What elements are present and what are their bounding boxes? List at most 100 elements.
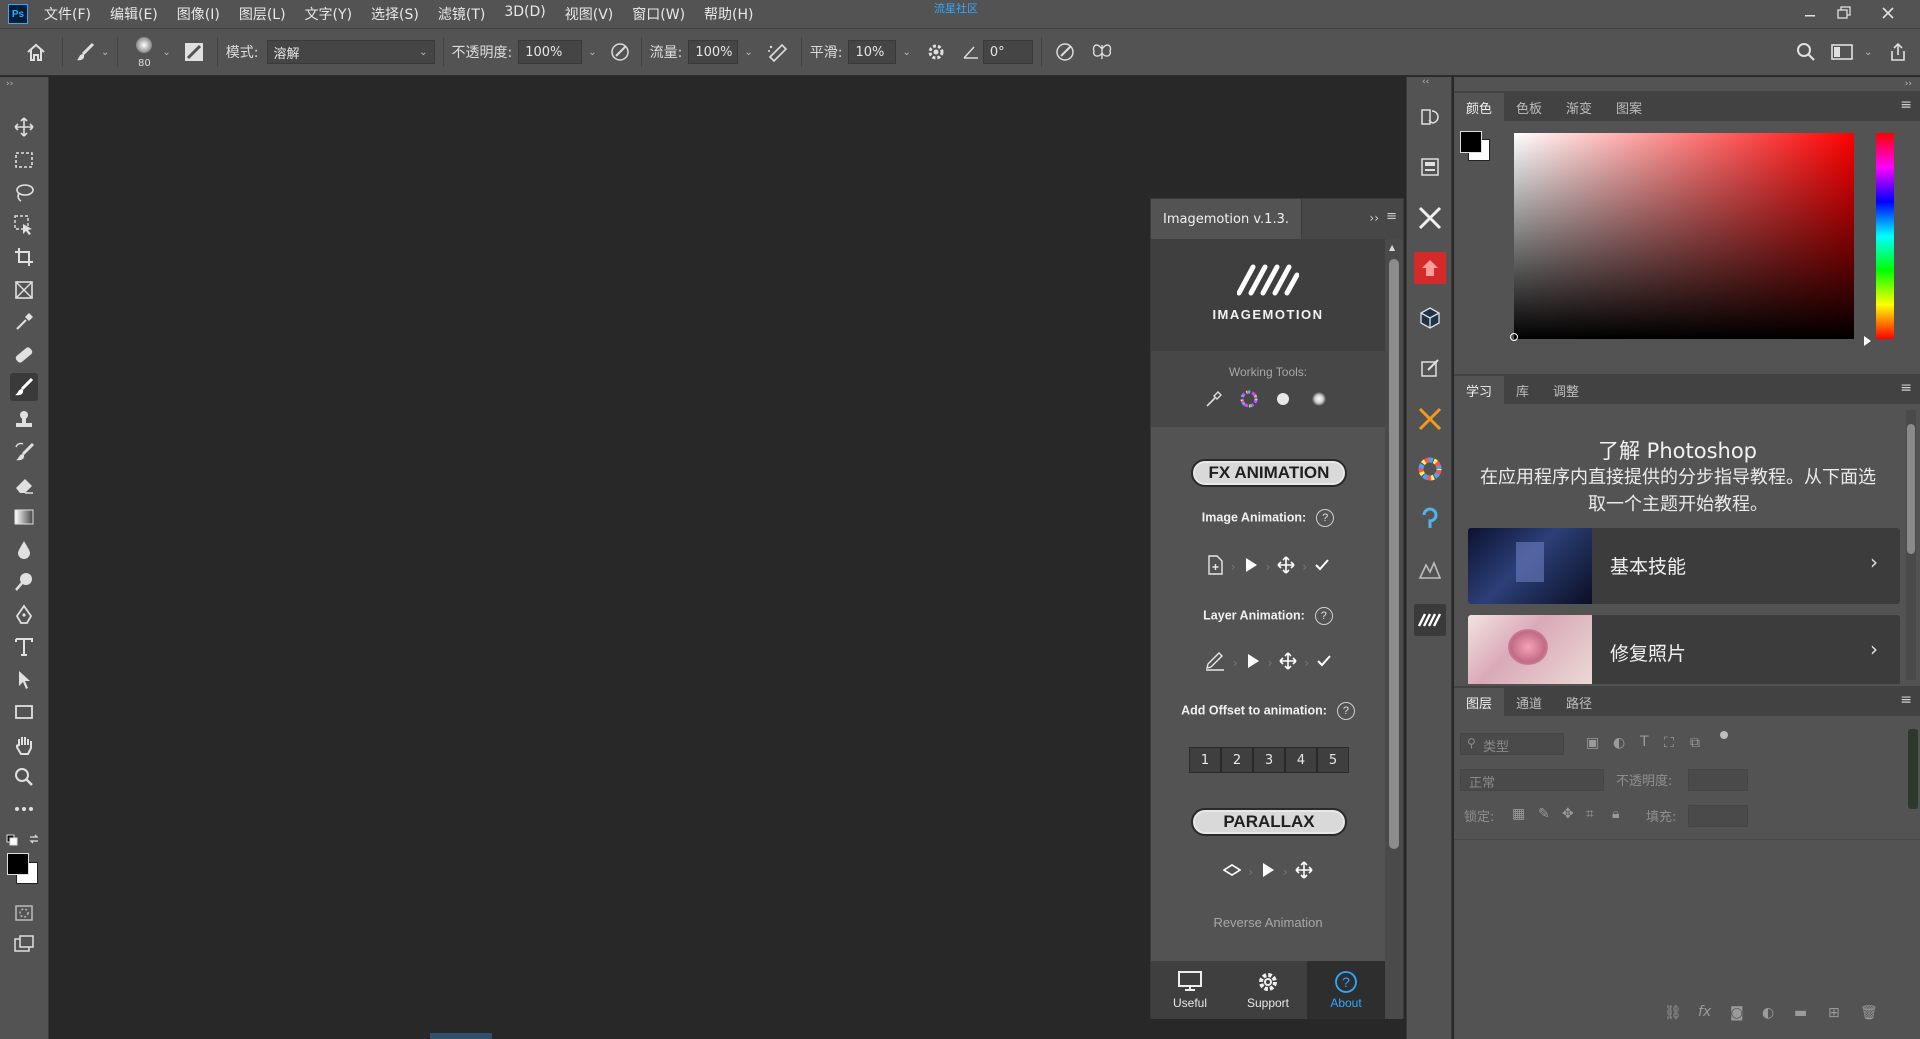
tab-imagemotion[interactable]: Imagemotion v.1.3. bbox=[1151, 199, 1302, 239]
orange-tools-button[interactable] bbox=[1414, 403, 1446, 435]
layer-filter-select[interactable]: ⚲ 类型 bbox=[1460, 733, 1564, 755]
image-filter-icon[interactable]: ▣ bbox=[1586, 735, 1599, 751]
draw-button[interactable] bbox=[1204, 651, 1226, 675]
pen-tool[interactable] bbox=[10, 601, 38, 629]
move-button[interactable] bbox=[1295, 861, 1313, 883]
brush-panel-toggle[interactable] bbox=[179, 41, 209, 63]
tab-adjustments[interactable]: 调整 bbox=[1541, 376, 1591, 404]
gradient-tool[interactable] bbox=[10, 503, 38, 531]
support-button[interactable]: Support bbox=[1229, 961, 1307, 1019]
lock-transparency-icon[interactable]: ▦ bbox=[1512, 806, 1525, 822]
tab-channels[interactable]: 通道 bbox=[1504, 688, 1554, 716]
fg-color-chip[interactable] bbox=[1460, 131, 1482, 153]
scrollbar[interactable]: ▲ bbox=[1385, 239, 1403, 1019]
useful-button[interactable]: Useful bbox=[1151, 961, 1229, 1019]
type-tool[interactable] bbox=[10, 633, 38, 661]
path-selection-tool[interactable] bbox=[10, 666, 38, 694]
eyedropper-tool[interactable] bbox=[10, 308, 38, 336]
adjustment-filter-icon[interactable]: ◐ bbox=[1613, 735, 1625, 751]
menu-item[interactable]: 图像(I) bbox=[175, 4, 222, 24]
offset-button-2[interactable]: 2 bbox=[1221, 747, 1253, 773]
chevron-down-icon[interactable]: ⌄ bbox=[1864, 47, 1872, 58]
mountain-plugin-button[interactable] bbox=[1414, 554, 1446, 586]
lock-pixels-icon[interactable]: ✎ bbox=[1538, 806, 1550, 822]
apply-button[interactable] bbox=[1316, 653, 1332, 673]
offset-button-4[interactable]: 4 bbox=[1285, 747, 1317, 773]
screen-mode-button[interactable] bbox=[10, 931, 38, 959]
red-plugin-button[interactable] bbox=[1414, 252, 1446, 284]
opacity-input[interactable]: 100% bbox=[518, 40, 583, 64]
angle-input[interactable]: 0° bbox=[982, 40, 1033, 64]
foreground-color-swatch[interactable] bbox=[7, 853, 29, 875]
reverse-animation-link[interactable]: Reverse Animation bbox=[1151, 915, 1385, 930]
add-mask-icon[interactable]: ◙ bbox=[1730, 1005, 1744, 1021]
chevron-down-icon[interactable]: ⌄ bbox=[101, 47, 109, 58]
lock-artboard-icon[interactable]: ⌗ bbox=[1586, 806, 1594, 822]
scroll-up-icon[interactable]: ▲ bbox=[1389, 243, 1395, 252]
tab-swatches[interactable]: 色板 bbox=[1504, 93, 1554, 121]
default-colors-button[interactable] bbox=[6, 834, 18, 850]
collapse-icon[interactable]: ›› bbox=[1369, 211, 1379, 225]
brush-size-picker[interactable]: 80 bbox=[126, 32, 162, 72]
more-tools-button[interactable] bbox=[10, 795, 38, 823]
offset-button-5[interactable]: 5 bbox=[1317, 747, 1349, 773]
close-button[interactable] bbox=[1870, 0, 1906, 26]
history-panel-button[interactable] bbox=[1414, 101, 1446, 133]
new-layer-icon[interactable]: ⊞ bbox=[1828, 1005, 1840, 1021]
menu-item[interactable]: 视图(V) bbox=[563, 4, 616, 24]
chevron-down-icon[interactable]: ⌄ bbox=[744, 47, 752, 58]
play-button[interactable] bbox=[1243, 557, 1259, 577]
shape-filter-icon[interactable]: ⛶ bbox=[1664, 735, 1674, 751]
fill-input[interactable] bbox=[1688, 805, 1748, 827]
color-picker-cursor[interactable] bbox=[1510, 333, 1518, 341]
folder-icon[interactable]: ▬ bbox=[1794, 1005, 1807, 1021]
tab-gradients[interactable]: 渐变 bbox=[1554, 93, 1604, 121]
chevron-down-icon[interactable]: ⌄ bbox=[588, 47, 596, 58]
tab-library[interactable]: 库 bbox=[1504, 376, 1541, 404]
crop-tool[interactable] bbox=[10, 243, 38, 271]
panel-menu-icon[interactable]: ≡ bbox=[1900, 380, 1912, 396]
eraser-tool[interactable] bbox=[10, 471, 38, 499]
panel-menu-icon[interactable]: ≡ bbox=[1386, 209, 1397, 224]
tab-layers[interactable]: 图层 bbox=[1454, 688, 1505, 716]
menu-item[interactable]: 窗口(W) bbox=[630, 4, 687, 24]
parallax-button[interactable]: PARALLAX bbox=[1191, 808, 1347, 836]
menu-item[interactable]: 编辑(E) bbox=[108, 4, 160, 24]
menu-item[interactable]: 滤镜(T) bbox=[436, 4, 487, 24]
panel-menu-icon[interactable]: ≡ bbox=[1900, 692, 1912, 708]
link-layers-icon[interactable]: ⛓ bbox=[1664, 1005, 1682, 1021]
tools-crossed-button[interactable] bbox=[1414, 202, 1446, 234]
move-button[interactable] bbox=[1279, 652, 1297, 674]
color-ring-button[interactable] bbox=[1414, 453, 1446, 485]
smoothing-input[interactable]: 10% bbox=[848, 40, 897, 64]
learn-card-basic-skills[interactable]: 基本技能 › bbox=[1468, 528, 1900, 604]
pressure-opacity-toggle[interactable] bbox=[607, 41, 633, 63]
hue-slider-handle[interactable] bbox=[1864, 336, 1871, 346]
fx-icon[interactable]: fx bbox=[1698, 1004, 1711, 1020]
trash-icon[interactable]: 🗑︎ bbox=[1860, 1005, 1878, 1021]
help-icon[interactable]: ? bbox=[1316, 509, 1335, 527]
dodge-tool[interactable] bbox=[10, 568, 38, 596]
swap-colors-button[interactable] bbox=[28, 833, 40, 849]
learn-card-fix-photos[interactable]: 修复照片 › bbox=[1468, 615, 1900, 684]
tab-patterns[interactable]: 图案 bbox=[1604, 93, 1654, 121]
blend-mode-select[interactable]: 溶解 ⌄ bbox=[266, 40, 435, 64]
help-icon[interactable]: ? bbox=[1314, 607, 1333, 625]
menu-item[interactable]: 选择(S) bbox=[369, 4, 421, 24]
color-wheel-button[interactable] bbox=[1239, 389, 1259, 413]
symmetry-button[interactable] bbox=[1084, 41, 1120, 63]
3d-cube-button[interactable] bbox=[1414, 302, 1446, 334]
help-icon[interactable]: ? bbox=[1336, 702, 1355, 720]
marquee-tool[interactable] bbox=[10, 146, 38, 174]
hard-brush-button[interactable] bbox=[1277, 393, 1289, 405]
tab-paths[interactable]: 路径 bbox=[1554, 688, 1604, 716]
menu-item[interactable]: 文件(F) bbox=[42, 4, 93, 24]
collapse-toolbar-icon[interactable]: ›› bbox=[6, 79, 13, 89]
history-brush-tool[interactable] bbox=[10, 438, 38, 466]
hue-slider[interactable] bbox=[1876, 133, 1894, 339]
add-file-button[interactable] bbox=[1206, 555, 1224, 579]
filter-toggle[interactable] bbox=[1720, 731, 1728, 739]
lock-all-icon[interactable]: 🔒︎ bbox=[1612, 806, 1619, 822]
move-tool[interactable] bbox=[10, 113, 38, 141]
lasso-tool[interactable] bbox=[10, 178, 38, 206]
